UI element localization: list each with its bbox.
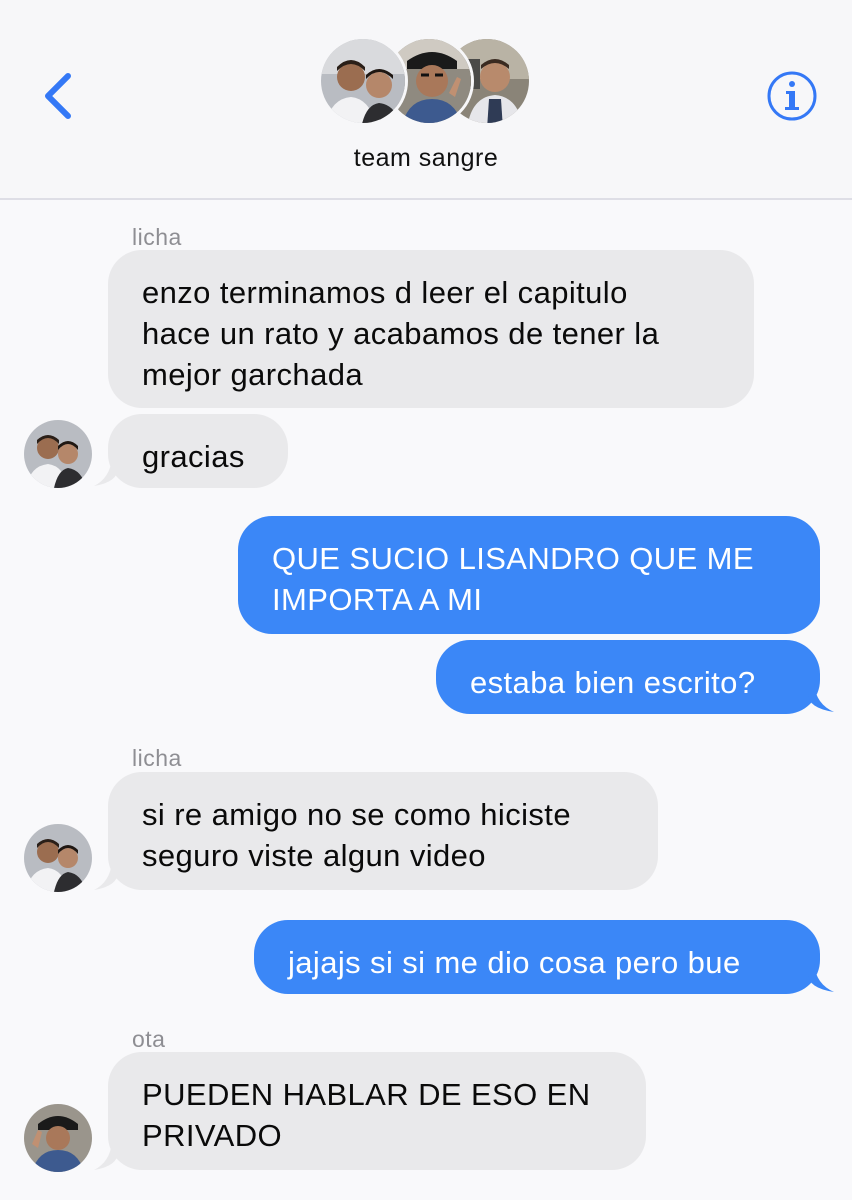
sender-avatar[interactable] xyxy=(24,1104,92,1172)
member-avatar xyxy=(318,36,408,126)
incoming-message[interactable]: enzo terminamos d leer el capitulo hace … xyxy=(108,250,754,408)
group-name[interactable]: team sangre xyxy=(0,144,852,173)
incoming-message[interactable]: si re amigo no se como hiciste seguro vi… xyxy=(108,772,658,890)
back-button[interactable] xyxy=(34,66,84,126)
message-line: seguro viste algun video xyxy=(142,838,486,873)
message-line: jajajs si si me dio cosa pero bue xyxy=(288,945,741,980)
info-circle-icon xyxy=(767,71,817,121)
message-line: IMPORTA A MI xyxy=(272,582,483,617)
outgoing-message[interactable]: jajajs si si me dio cosa pero bue xyxy=(254,920,820,994)
message-line: PUEDEN HABLAR DE ESO EN xyxy=(142,1077,591,1112)
message-line: enzo terminamos d leer el capitulo xyxy=(142,275,628,310)
chevron-left-icon xyxy=(45,73,71,119)
info-button[interactable] xyxy=(766,70,818,122)
message-line: mejor garchada xyxy=(142,357,363,392)
sender-name: ota xyxy=(132,1026,166,1052)
outgoing-message[interactable]: QUE SUCIO LISANDRO QUE ME IMPORTA A MI xyxy=(238,516,820,634)
message-line: hace un rato y acabamos de tener la xyxy=(142,316,660,351)
message-line: gracias xyxy=(142,439,245,474)
outgoing-message[interactable]: estaba bien escrito? xyxy=(436,640,820,714)
sender-avatar[interactable] xyxy=(24,824,92,892)
incoming-message[interactable]: gracias xyxy=(108,414,288,488)
message-line: PRIVADO xyxy=(142,1118,283,1153)
conversation-header: team sangre xyxy=(0,0,852,200)
sender-name: licha xyxy=(132,745,182,771)
bubble-tail xyxy=(808,954,834,992)
message-line: si re amigo no se como hiciste xyxy=(142,797,571,832)
message-line: QUE SUCIO LISANDRO QUE ME xyxy=(272,541,754,576)
message-line: estaba bien escrito? xyxy=(470,665,756,700)
sender-name: licha xyxy=(132,224,182,250)
sender-avatar[interactable] xyxy=(24,420,92,488)
incoming-message[interactable]: PUEDEN HABLAR DE ESO EN PRIVADO xyxy=(108,1052,646,1170)
group-avatars[interactable] xyxy=(318,36,538,128)
bubble-tail xyxy=(808,674,834,712)
